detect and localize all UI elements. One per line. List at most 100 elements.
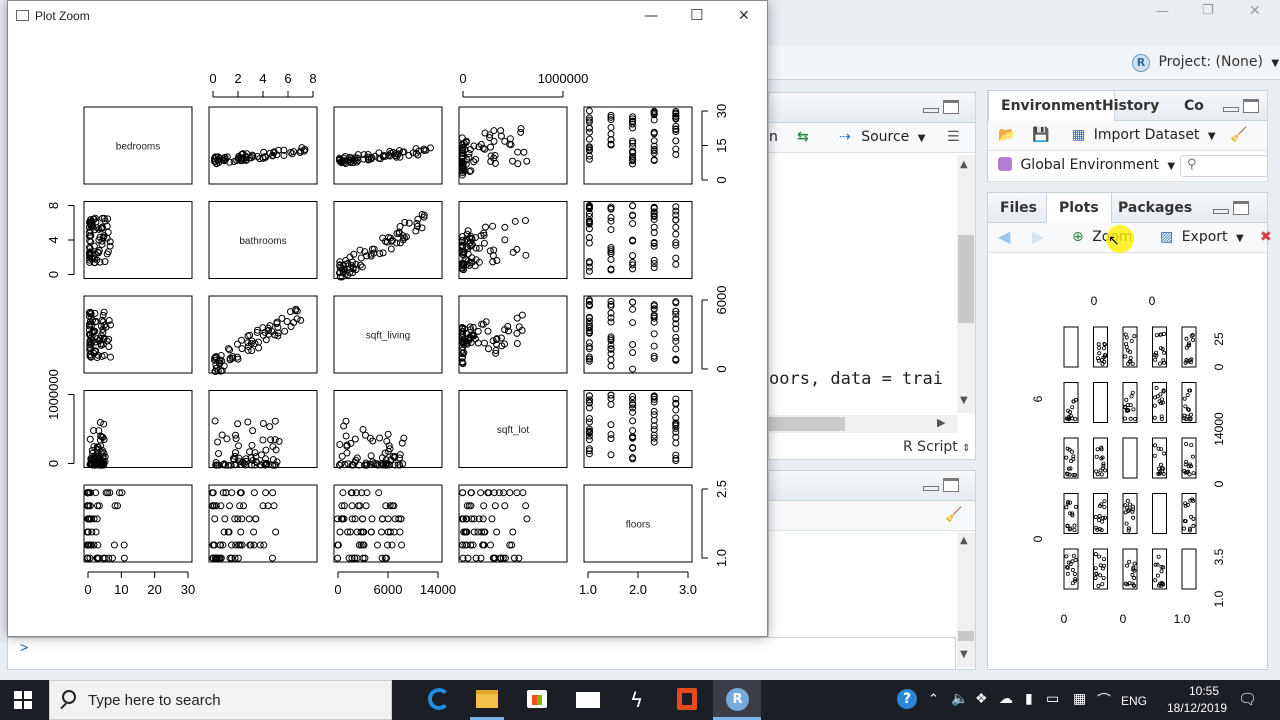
maximize-button[interactable]: ☐ (690, 6, 703, 24)
clock-date[interactable]: 18/12/2019 (1158, 701, 1236, 715)
project-label: Project: (None) (1158, 54, 1263, 70)
env-search-input[interactable]: ⚲ (1180, 155, 1268, 177)
mini-right-label: 14000 (1212, 412, 1226, 446)
plot-zoom-titlebar[interactable]: Plot Zoom — ☐ ✕ (8, 1, 767, 32)
top-axis-bathrooms-label: 6 (284, 71, 291, 86)
mail-icon[interactable] (576, 692, 600, 708)
top-axis-sqft-lot-label: 1000000 (538, 71, 589, 86)
env-pane-minmax[interactable] (1223, 99, 1261, 115)
office-icon[interactable] (677, 688, 697, 710)
tab-history[interactable]: History (1090, 91, 1171, 121)
console-pane-minmax[interactable] (923, 478, 961, 494)
tab-connections[interactable]: Co (1180, 91, 1220, 121)
console-prompt: > (20, 640, 29, 656)
code-line[interactable]: oors, data = trai (769, 369, 957, 389)
variable-label-bathrooms: bathrooms (239, 236, 286, 247)
source-pane-minmax[interactable] (923, 100, 961, 116)
project-menu[interactable]: R Project: (None) ▼ (1132, 54, 1279, 72)
wifi-icon[interactable]: ⌒ (1097, 690, 1111, 710)
language-indicator[interactable]: ENG (1121, 694, 1147, 708)
env-selector-row: Global Environment ▼ ⚲ (988, 151, 1268, 182)
source-hscroll[interactable]: ▶ (769, 415, 957, 433)
power-bi-icon[interactable]: ϟ (630, 688, 643, 712)
global-environment-select[interactable]: Global Environment ▼ (998, 157, 1175, 173)
mini-panel (1093, 548, 1108, 590)
top-axis-bathrooms-label: 2 (234, 71, 241, 86)
bottom-axis-bedrooms-label: 30 (181, 582, 195, 597)
source-vscroll[interactable]: ▲ ▼ (957, 155, 975, 413)
export-button[interactable]: ▨ Export ▼ (1160, 229, 1244, 245)
save-icon[interactable]: 💾 (1032, 127, 1049, 143)
mini-panel (1093, 382, 1108, 423)
right-axis-bedrooms-label: 15 (714, 138, 729, 152)
notifications-icon[interactable]: 🗨 (1238, 690, 1257, 708)
taskbar: Type here to search ϟ R ? ⌃ 🔈 ❖ ☁ ▮ ▭ ▦ … (0, 680, 1280, 720)
edge-icon[interactable] (428, 688, 450, 710)
forward-arrow-icon[interactable]: ▶ (1032, 227, 1044, 246)
dropbox-icon[interactable]: ❖ (975, 690, 988, 707)
rstudio-icon: R (726, 688, 749, 711)
run-arrows-icon[interactable]: ⇆ (797, 129, 809, 145)
minimize-button[interactable]: — (644, 8, 658, 24)
rstudio-taskbar-button[interactable]: R (713, 680, 761, 720)
panel-floors-bedrooms (83, 484, 193, 563)
mini-panel (1063, 382, 1079, 423)
chevron-down-icon: ▼ (1235, 233, 1244, 244)
mini-panel (1181, 548, 1197, 590)
r-project-icon: R (1132, 54, 1150, 72)
source-button[interactable]: ⇢ Source ▼ (839, 129, 925, 145)
panel-bedrooms-floors (583, 106, 693, 185)
console-vscroll[interactable]: ▲ ▼ (957, 533, 975, 667)
panel-bedrooms-sqft_living (333, 106, 443, 185)
usb-icon[interactable]: ▮ (1025, 690, 1033, 707)
console-toolbar: 🧹 (769, 501, 975, 531)
bottom-axis-bedrooms-label: 20 (147, 582, 161, 597)
mini-right-label: 0 (1212, 363, 1226, 370)
mini-right-label: 0 (1212, 480, 1226, 487)
panel-sqft_lot-sqft_living (333, 390, 443, 468)
grid-icon: ▦ (1072, 127, 1086, 143)
bottom-axis-sqft-living-label: 0 (334, 582, 341, 597)
plot-zoom-window: Plot Zoom — ☐ ✕ bedrooms bathrooms sqft_li… (7, 0, 768, 637)
onedrive-icon[interactable]: ☁ (999, 690, 1013, 707)
store-icon[interactable] (527, 690, 547, 708)
remove-plot-icon[interactable]: ✖ (1260, 229, 1272, 245)
mini-bottom-label: 0 (1061, 612, 1068, 626)
console-area[interactable]: > (7, 637, 956, 670)
outline-icon[interactable]: ☰ (947, 129, 960, 145)
network-icon[interactable]: ▦ (1073, 690, 1086, 707)
clock-time[interactable]: 10:55 (1173, 684, 1235, 698)
variable-label-sqft_lot: sqft_lot (497, 425, 529, 436)
tab-files[interactable]: Files (988, 193, 1049, 223)
file-explorer-icon[interactable] (476, 690, 498, 708)
chevron-down-icon: ▼ (1167, 161, 1176, 172)
script-type-selector[interactable]: R Script ⇕ (903, 439, 971, 455)
r-env-icon (998, 157, 1012, 171)
tab-packages[interactable]: Packages (1106, 193, 1204, 223)
mini-panel (1122, 437, 1138, 479)
broom-icon[interactable]: 🧹 (1230, 127, 1247, 143)
open-folder-icon[interactable]: 📂 (998, 127, 1015, 143)
rstudio-restore[interactable]: ❐ (1202, 3, 1214, 18)
back-arrow-icon[interactable]: ◀ (998, 227, 1010, 246)
battery-icon[interactable]: ▭ (1046, 690, 1059, 707)
close-button[interactable]: ✕ (738, 8, 750, 24)
mini-panel (1122, 382, 1138, 423)
broom-icon[interactable]: 🧹 (945, 507, 962, 523)
taskbar-search[interactable]: Type here to search (49, 680, 392, 720)
top-axis-bathrooms-label: 8 (309, 71, 316, 86)
rstudio-close[interactable]: ✕ (1249, 3, 1261, 19)
mini-right-label: 25 (1212, 332, 1226, 346)
window-title: Plot Zoom (35, 9, 90, 23)
rstudio-minimize[interactable]: — (1156, 4, 1169, 19)
panel-bedrooms-bathrooms (208, 106, 318, 185)
plots-pane-minmax[interactable] (1213, 201, 1251, 217)
help-icon[interactable]: ? (897, 689, 917, 709)
source-pane: n ⇆ ⇢ Source ▼ ☰ oors, data = trai ▲ ▼ ▶… (768, 92, 976, 460)
tab-plots[interactable]: Plots (1046, 193, 1112, 224)
chevron-up-icon[interactable]: ⌃ (928, 691, 939, 707)
import-dataset-button[interactable]: ▦ Import Dataset ▼ (1072, 127, 1216, 143)
windows-start-icon[interactable] (14, 691, 32, 709)
volume-icon[interactable]: 🔈 (951, 690, 968, 707)
panel-floors-sqft_lot (458, 484, 568, 563)
